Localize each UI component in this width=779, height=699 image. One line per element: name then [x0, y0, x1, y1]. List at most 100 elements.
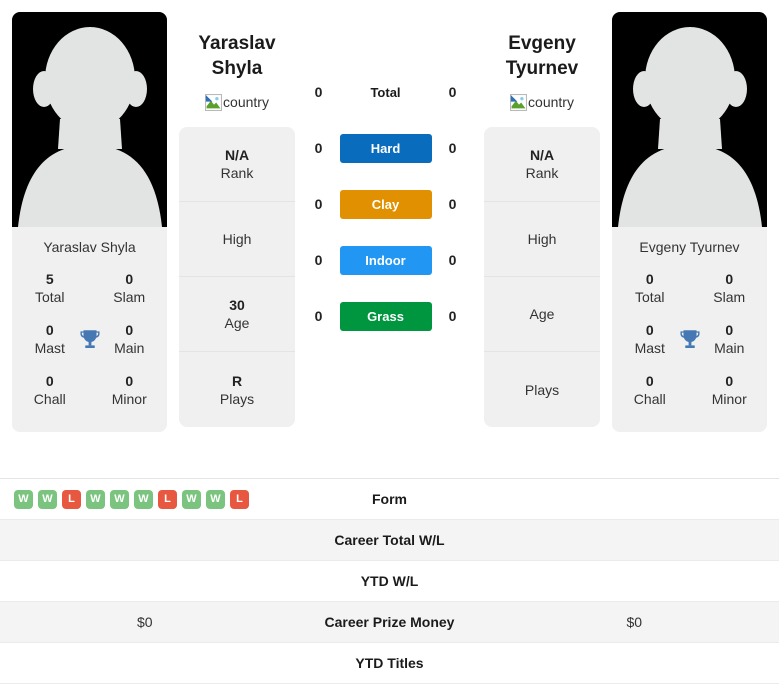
- stat-chall-right: 0 Chall: [624, 373, 676, 408]
- info-value: R: [231, 372, 243, 389]
- form-badge-win[interactable]: W: [110, 489, 129, 509]
- stat-slam-left: 0 Slam: [104, 271, 156, 306]
- surface-chip-hard[interactable]: Hard: [339, 133, 432, 163]
- stat-main-right: 0 Main: [704, 322, 756, 357]
- form-badge-loss[interactable]: L: [230, 489, 249, 509]
- stat-chall-left: 0 Chall: [24, 373, 76, 408]
- info-label: Rank: [525, 165, 559, 182]
- stat-label: Total: [634, 288, 665, 305]
- info-label: Age: [529, 306, 555, 323]
- surface-score-right: 0: [448, 140, 457, 156]
- country-flag-right: country: [510, 93, 574, 111]
- player-last-name: Tyurnev: [505, 57, 579, 79]
- stat-value: 0: [725, 322, 734, 338]
- stat-total-right: 0 Total: [624, 271, 676, 306]
- stat-main-left: 0 Main: [104, 322, 156, 357]
- player-info-column-right: Evgeny Tyurnev country N/A Rank High Age…: [484, 12, 600, 428]
- titles-row: 0 Total 0 Slam: [618, 265, 761, 316]
- country-flag-left: country: [205, 93, 269, 111]
- stat-label: Minor: [111, 390, 147, 407]
- stat-minor-right: 0 Minor: [704, 373, 756, 408]
- stat-label: Chall: [33, 390, 66, 407]
- comparison-row-career-prize-money: $0 Career Prize Money $0: [0, 602, 779, 643]
- surface-score-left: 0: [314, 84, 323, 100]
- trophy-icon: [676, 326, 704, 354]
- info-label: Plays: [524, 381, 560, 398]
- stat-label: Total: [34, 288, 65, 305]
- stat-value: 0: [45, 373, 54, 389]
- form-badge-win[interactable]: W: [182, 489, 201, 509]
- titles-grid-left: 5 Total 0 Slam 0 Mast 0 Main 0 Chall 0 M…: [12, 265, 167, 432]
- broken-image-icon: [510, 93, 528, 111]
- form-badge-win[interactable]: W: [14, 489, 33, 509]
- stat-label: Mast: [634, 339, 665, 356]
- info-rank-right: N/A Rank: [484, 127, 600, 203]
- trophy-spacer: [676, 377, 704, 405]
- trophy-spacer: [676, 275, 704, 303]
- surface-score-column: 0 Total 0 0 Hard 0 0 Clay 0 0 Indoor 0 0…: [295, 12, 476, 344]
- info-label: Plays: [219, 390, 255, 407]
- surface-chip-clay[interactable]: Clay: [339, 189, 432, 219]
- form-strip-left: WWLWWWLWWL: [0, 489, 290, 509]
- form-badge-loss[interactable]: L: [62, 489, 81, 509]
- surface-score-left: 0: [314, 140, 323, 156]
- country-alt-text: country: [223, 94, 269, 111]
- stat-value: 0: [645, 373, 654, 389]
- titles-row: 0 Chall 0 Minor: [618, 367, 761, 418]
- form-badge-win[interactable]: W: [86, 489, 105, 509]
- form-badge-win[interactable]: W: [134, 489, 153, 509]
- info-value: 30: [229, 297, 245, 314]
- comparison-value-left: $0: [136, 614, 153, 630]
- titles-row: 0 Mast 0 Main: [618, 316, 761, 367]
- player-photo-left: [12, 12, 167, 227]
- surface-row-clay: 0 Clay 0: [295, 176, 476, 232]
- titles-grid-right: 0 Total 0 Slam 0 Mast 0 Main 0 Chall 0 M…: [612, 265, 767, 432]
- broken-image-icon: [205, 93, 223, 111]
- info-value: N/A: [529, 147, 555, 164]
- info-age-right: Age: [484, 277, 600, 353]
- player-title-right: Evgeny Tyurnev: [506, 12, 579, 81]
- comparison-value-right: $0: [626, 614, 643, 630]
- stat-value: 0: [725, 271, 734, 287]
- comparison-table: WWLWWWLWWL Form Career Total W/L YTD W/L…: [0, 478, 779, 684]
- stat-value: 0: [45, 322, 54, 338]
- stat-minor-left: 0 Minor: [104, 373, 156, 408]
- player-first-name: Yaraslav: [198, 33, 276, 54]
- player-info-column-left: Yaraslav Shyla country N/A Rank High 30: [179, 12, 295, 428]
- comparison-label: Form: [372, 491, 407, 507]
- player-card-right[interactable]: Evgeny Tyurnev 0 Total 0 Slam 0 Mast 0 M…: [612, 12, 767, 432]
- stat-label: Slam: [713, 288, 746, 305]
- trophy-icon: [76, 326, 104, 354]
- surface-score-left: 0: [314, 252, 323, 268]
- surface-chip-indoor[interactable]: Indoor: [339, 245, 432, 275]
- form-badge-loss[interactable]: L: [158, 489, 177, 509]
- player-first-name: Evgeny: [508, 33, 576, 54]
- stat-value: 0: [125, 271, 134, 287]
- comparison-row-ytd-wl: YTD W/L: [0, 561, 779, 602]
- player-photo-right: [612, 12, 767, 227]
- stat-label: Slam: [113, 288, 146, 305]
- form-badge-win[interactable]: W: [38, 489, 57, 509]
- comparison-label: YTD W/L: [360, 573, 419, 589]
- info-value: N/A: [224, 147, 250, 164]
- surface-chip-grass[interactable]: Grass: [339, 301, 432, 331]
- player-info-box-left: N/A Rank High 30 Age R Plays: [179, 127, 295, 428]
- comparison-label: Career Prize Money: [324, 614, 455, 630]
- titles-row: 0 Chall 0 Minor: [18, 367, 161, 418]
- form-badge-win[interactable]: W: [206, 489, 225, 509]
- comparison-row-career-total-wl: Career Total W/L: [0, 520, 779, 561]
- player-info-box-right: N/A Rank High Age Plays: [484, 127, 600, 428]
- player-silhouette-icon: [17, 27, 162, 227]
- country-alt-text: country: [528, 94, 574, 111]
- comparison-label: YTD Titles: [355, 655, 424, 671]
- stat-value: 0: [125, 373, 134, 389]
- stat-label: Main: [114, 339, 145, 356]
- info-high-left: High: [179, 202, 295, 278]
- stat-value: 5: [45, 271, 54, 287]
- stat-label: Mast: [34, 339, 65, 356]
- info-plays-left: R Plays: [179, 352, 295, 427]
- titles-row: 0 Mast 0 Main: [18, 316, 161, 367]
- stat-value: 0: [125, 322, 134, 338]
- player-card-left[interactable]: Yaraslav Shyla 5 Total 0 Slam 0 Mast 0 M…: [12, 12, 167, 432]
- info-label: High: [527, 231, 557, 248]
